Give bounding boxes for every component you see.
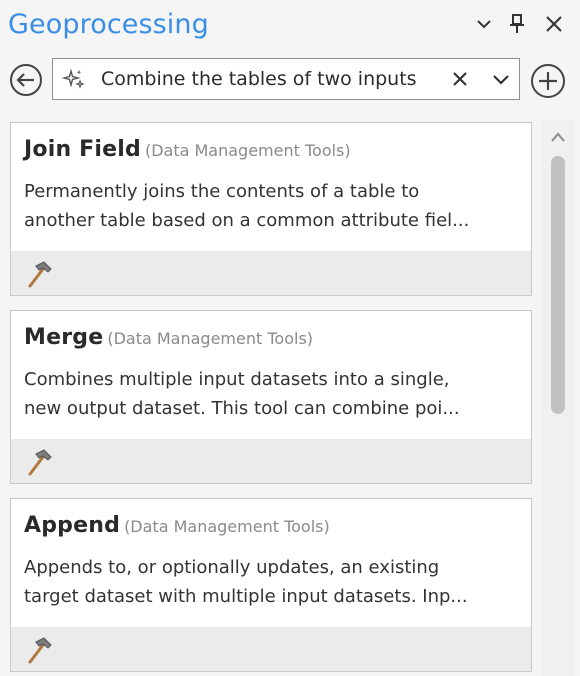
- result-title: Append (Data Management Tools): [24, 513, 330, 538]
- card-footer: [11, 439, 531, 483]
- result-card-join-field[interactable]: Join Field (Data Management Tools) Perman…: [10, 122, 532, 296]
- search-input[interactable]: [101, 68, 441, 90]
- scroll-thumb[interactable]: [551, 156, 565, 414]
- card-footer: [11, 627, 531, 671]
- toolbox-name: (Data Management Tools): [107, 329, 314, 348]
- description-line: target dataset with multiple input datas…: [24, 586, 468, 607]
- tool-name[interactable]: Merge: [24, 325, 103, 350]
- tool-description: Appends to, or optionally updates, an ex…: [24, 553, 524, 611]
- description-line: Appends to, or optionally updates, an ex…: [24, 557, 440, 578]
- tool-name[interactable]: Append: [24, 513, 120, 538]
- sparkle-icon: [61, 68, 86, 92]
- description-line: Combines multiple input datasets into a …: [24, 369, 450, 390]
- toolbox-name: (Data Management Tools): [144, 141, 351, 160]
- tool-description: Permanently joins the contents of a tabl…: [24, 177, 524, 235]
- description-line: another table based on a common attribut…: [24, 210, 470, 231]
- back-arrow-icon: [10, 64, 42, 96]
- description-line: new output dataset. This tool can combin…: [24, 398, 460, 419]
- pane-title: Geoprocessing: [8, 9, 209, 40]
- scroll-up-icon[interactable]: [550, 128, 566, 142]
- close-pane-icon[interactable]: [542, 12, 566, 36]
- plus-circle-icon: [531, 64, 565, 98]
- search-results-list: Join Field (Data Management Tools) Perman…: [0, 112, 540, 676]
- search-box: [52, 58, 520, 100]
- clear-search-icon[interactable]: [449, 68, 471, 90]
- description-line: Permanently joins the contents of a tabl…: [24, 181, 420, 202]
- pane-header: Geoprocessing: [0, 0, 580, 54]
- tool-description: Combines multiple input datasets into a …: [24, 365, 524, 423]
- hammer-icon: [28, 449, 52, 476]
- hammer-icon: [28, 637, 52, 664]
- hammer-icon: [28, 261, 52, 288]
- result-card-append[interactable]: Append (Data Management Tools) Appends to…: [10, 498, 532, 672]
- geoprocessing-pane: Geoprocessing Combine the tables of two …: [0, 0, 580, 676]
- pin-icon[interactable]: [505, 12, 529, 36]
- card-footer: [11, 251, 531, 295]
- result-title: Merge (Data Management Tools): [24, 325, 313, 350]
- toolbox-name: (Data Management Tools): [124, 517, 330, 536]
- search-history-chevron-down-icon[interactable]: [490, 68, 512, 90]
- options-chevron-icon[interactable]: [472, 12, 496, 36]
- tool-name[interactable]: Join Field: [24, 137, 141, 162]
- results-scrollbar[interactable]: [541, 120, 575, 676]
- result-card-merge[interactable]: Merge (Data Management Tools) Combines mu…: [10, 310, 532, 484]
- result-title: Join Field (Data Management Tools): [24, 137, 351, 162]
- add-button[interactable]: [530, 63, 566, 99]
- back-button[interactable]: [9, 63, 43, 97]
